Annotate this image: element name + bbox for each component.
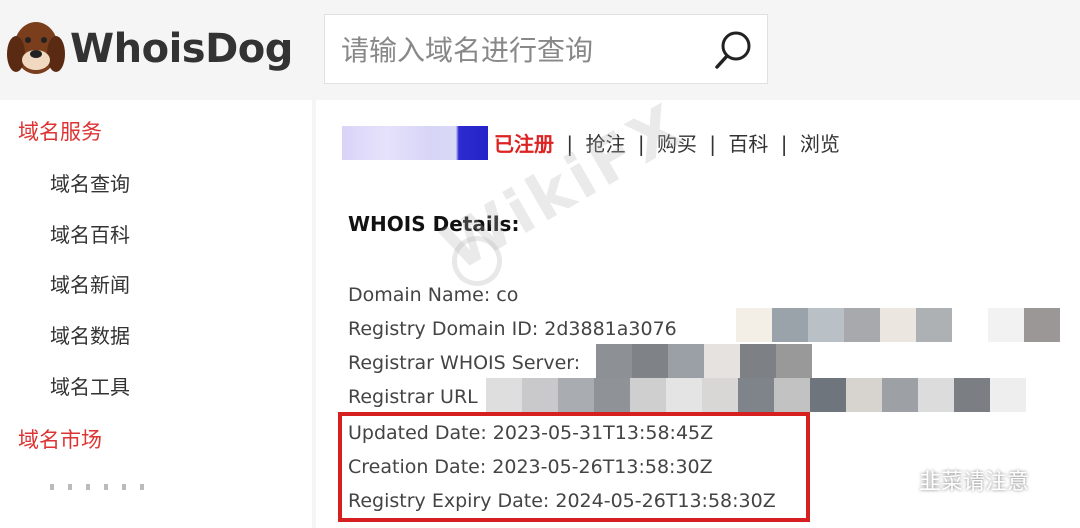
registered-status: 已注册 — [494, 132, 554, 156]
whois-registry-domain-id: Registry Domain ID: 2d3881a3076 — [348, 318, 677, 340]
separator: | — [566, 132, 574, 156]
sidebar: 域名服务 域名查询 域名百科 域名新闻 域名数据 域名工具 域名市场 — [0, 100, 312, 528]
whois-registrar-server: Registrar WHOIS Server: — [348, 352, 581, 374]
wechat-account-name: 韭菜请注意 — [919, 470, 1030, 495]
link-browse[interactable]: 浏览 — [800, 132, 840, 156]
header: WhoisDog — [0, 0, 1080, 100]
link-wiki[interactable]: 百科 — [728, 132, 768, 156]
separator: | — [637, 132, 645, 156]
whoisdog-logo[interactable]: WhoisDog — [6, 14, 296, 80]
wechat-attribution: 韭菜请注意 — [868, 464, 1029, 504]
sidebar-section-domain-market[interactable]: 域名市场 — [18, 424, 102, 454]
sidebar-item-cutoff — [50, 484, 150, 490]
blurred-domain-name — [342, 126, 488, 160]
logo-text: WhoisDog — [70, 26, 293, 72]
dog-logo-icon — [7, 22, 65, 74]
sidebar-item-domain-wiki[interactable]: 域名百科 — [50, 219, 130, 248]
whois-details-title: WHOIS Details: — [348, 212, 520, 236]
whois-registrar-url: Registrar URL — [348, 386, 478, 408]
search-input[interactable] — [339, 29, 703, 71]
search-box — [324, 14, 768, 84]
redaction-mosaic — [736, 308, 1060, 342]
redaction-mosaic — [596, 344, 812, 378]
sidebar-item-domain-data[interactable]: 域名数据 — [50, 320, 130, 349]
separator: | — [709, 132, 717, 156]
wechat-icon — [868, 468, 905, 497]
domain-status-row: 已注册 | 抢注 | 购买 | 百科 | 浏览 — [342, 126, 862, 162]
link-buy[interactable]: 购买 — [657, 132, 697, 156]
sidebar-section-domain-service[interactable]: 域名服务 — [18, 116, 102, 146]
whois-domain-name: Domain Name: co — [348, 284, 519, 306]
redaction-mosaic — [486, 378, 1026, 412]
sidebar-item-domain-news[interactable]: 域名新闻 — [50, 269, 130, 298]
sidebar-item-domain-query[interactable]: 域名查询 — [50, 168, 130, 197]
highlight-box — [338, 412, 810, 522]
separator: | — [780, 132, 788, 156]
search-icon[interactable] — [711, 27, 757, 73]
status-links: 已注册 | 抢注 | 购买 | 百科 | 浏览 — [494, 128, 840, 157]
link-snatch[interactable]: 抢注 — [585, 132, 625, 156]
sidebar-item-domain-tools[interactable]: 域名工具 — [50, 371, 130, 400]
